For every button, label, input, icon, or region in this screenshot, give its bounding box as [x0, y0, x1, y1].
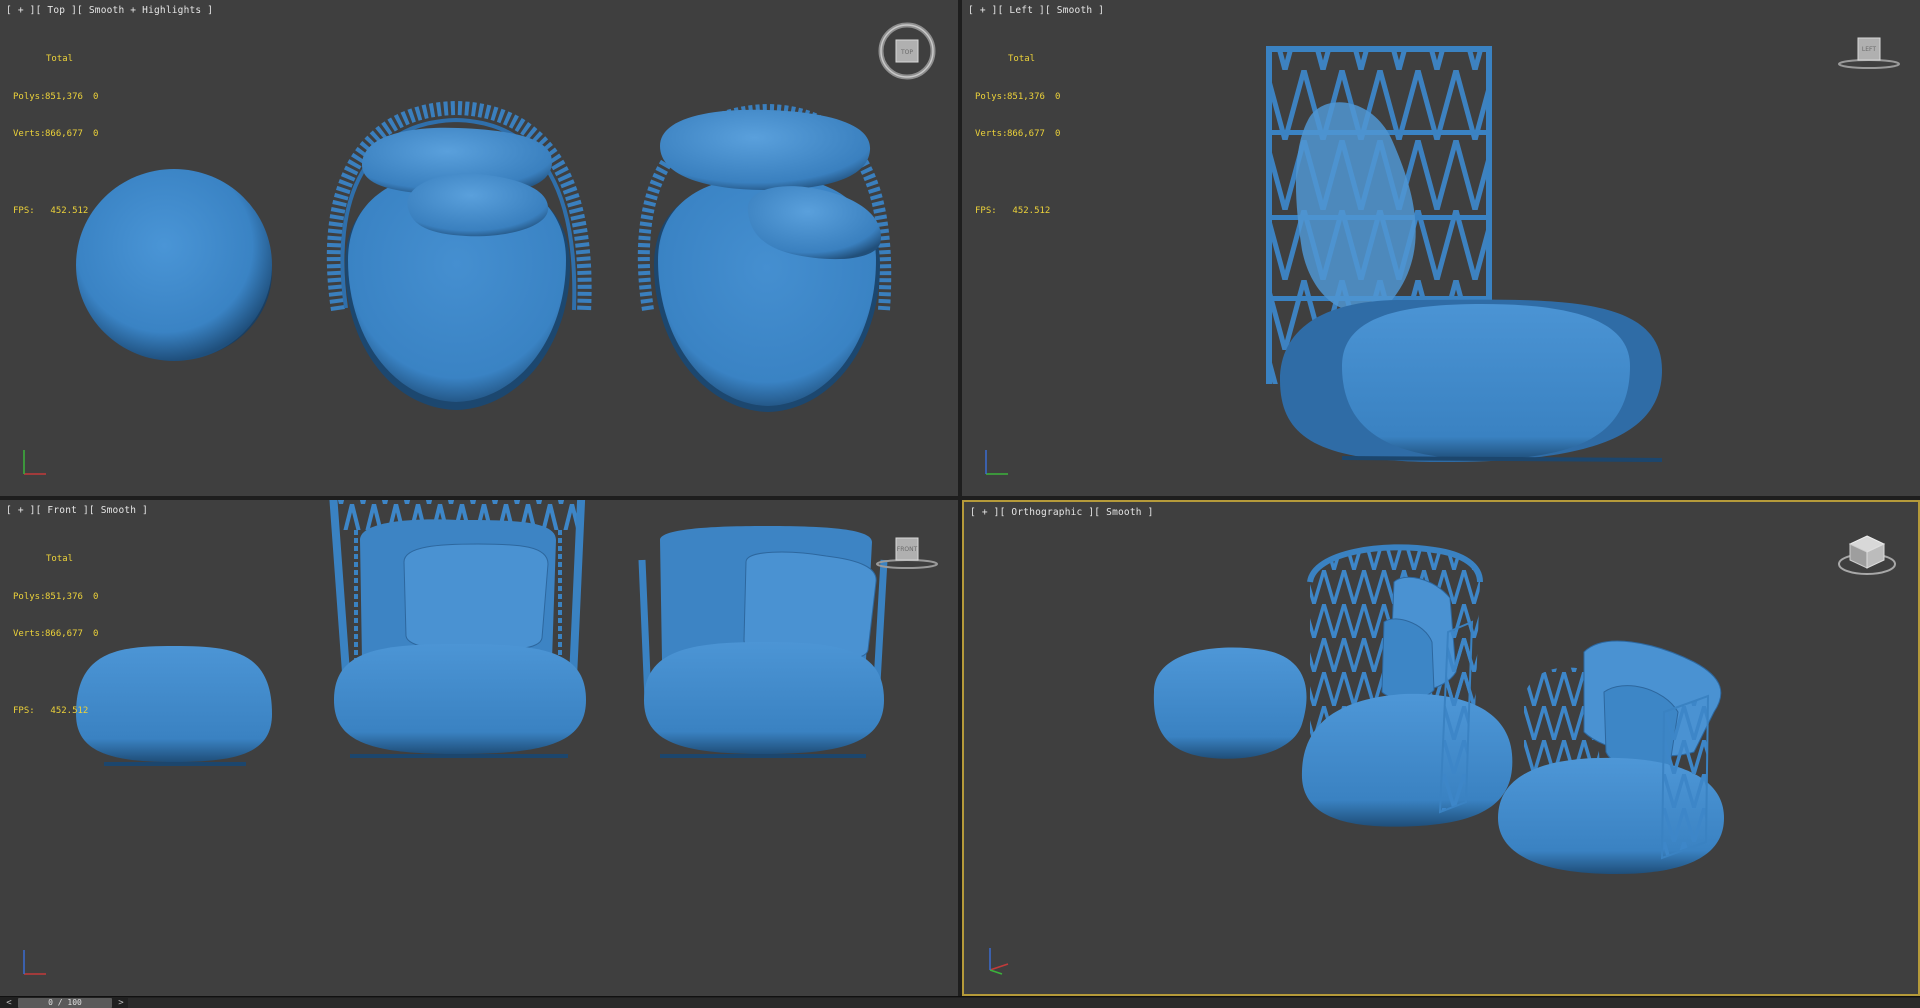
stats-verts-label: Verts:	[13, 629, 46, 639]
viewcube-left[interactable]: LEFT	[1834, 16, 1904, 86]
stats-verts-sel: 0	[93, 129, 99, 139]
timeline-next-button[interactable]: >	[116, 997, 126, 1008]
viewport-left[interactable]: [ + ][ Left ][ Smooth ] Total Polys:851,…	[962, 0, 1920, 496]
viewport-top[interactable]: [ + ][ Top ][ Smooth + Highlights ] Tota…	[0, 0, 958, 496]
stats-total-label: Total	[46, 554, 74, 564]
chair-2-front[interactable]	[638, 526, 888, 758]
chair-2-orthographic[interactable]	[1498, 640, 1724, 874]
stats-polys-sel: 0	[93, 91, 99, 102]
stats-total-label: Total	[1008, 54, 1036, 64]
scene-top	[76, 100, 892, 412]
stats-total-label: Total	[46, 54, 74, 64]
app-window: [ + ][ Top ][ Smooth + Highlights ] Tota…	[0, 0, 1920, 1008]
viewport-orthographic[interactable]: [ + ][ Orthographic ][ Smooth ]	[962, 500, 1920, 996]
viewcube-flat-icon: FRONT	[876, 537, 938, 569]
axis-tripod-icon	[989, 948, 1009, 975]
chair-2-top[interactable]	[637, 103, 892, 412]
viewcube-flat-icon: LEFT	[1838, 37, 1900, 69]
stats-fps-value: 452.512	[50, 205, 89, 216]
scene-left	[1266, 46, 1663, 462]
viewcube-ring-icon: TOP	[878, 22, 936, 80]
viewcube-top[interactable]: TOP	[872, 16, 942, 86]
scene-front	[76, 500, 888, 766]
stats-verts-sel: 0	[1055, 129, 1061, 139]
axis-tripod-icon	[23, 450, 46, 475]
stats-polys-label: Polys:	[13, 91, 46, 102]
stats-polys-value: 851,376	[45, 91, 83, 102]
viewcube-front[interactable]: FRONT	[872, 516, 942, 586]
stats-polys-label: Polys:	[975, 91, 1008, 102]
timeline-prev-button[interactable]: <	[4, 997, 14, 1008]
scene-orthographic	[1153, 544, 1724, 874]
stats-polys-sel: 0	[1055, 91, 1061, 102]
viewport-label-orthographic[interactable]: [ + ][ Orthographic ][ Smooth ]	[970, 507, 1154, 518]
viewport-front[interactable]: [ + ][ Front ][ Smooth ] Total Polys:851…	[0, 500, 958, 996]
viewcube-orthographic[interactable]	[1832, 518, 1902, 588]
chair-1-top[interactable]	[326, 100, 592, 410]
viewport-label-front[interactable]: [ + ][ Front ][ Smooth ]	[6, 505, 148, 516]
viewport-label-left[interactable]: [ + ][ Left ][ Smooth ]	[968, 5, 1104, 16]
viewcube-3d-icon	[1838, 535, 1896, 575]
pouf-orthographic[interactable]	[1153, 647, 1307, 759]
stats-polys-label: Polys:	[13, 591, 46, 602]
stats-verts-value: 866,677	[1007, 129, 1045, 139]
stats-fps-label: FPS:	[975, 205, 997, 216]
axis-tripod-icon	[23, 950, 46, 975]
viewport-label-top[interactable]: [ + ][ Top ][ Smooth + Highlights ]	[6, 5, 213, 16]
chair-1-orthographic[interactable]	[1301, 544, 1513, 827]
stats-polys-value: 851,376	[1007, 91, 1045, 102]
stats-overlay-left: Total Polys:851,376 0 Verts:866,677 0 FPS:…	[975, 28, 1060, 242]
viewcube-face-top: TOP	[900, 49, 913, 56]
stats-polys-sel: 0	[93, 591, 99, 602]
stats-polys-value: 851,376	[45, 591, 83, 602]
stats-fps-value: 452.512	[50, 705, 89, 716]
stats-fps-value: 452.512	[1012, 205, 1051, 216]
stats-verts-label: Verts:	[975, 129, 1008, 139]
stats-verts-label: Verts:	[13, 129, 46, 139]
viewcube-face-left: LEFT	[1862, 46, 1876, 53]
stats-verts-value: 866,677	[45, 629, 83, 639]
chair-1-front[interactable]	[329, 500, 586, 758]
stats-verts-sel: 0	[93, 629, 99, 639]
stats-overlay-front: Total Polys:851,376 0 Verts:866,677 0 FPS:…	[13, 528, 98, 742]
axis-tripod-icon	[985, 450, 1008, 475]
viewcube-face-front: FRONT	[897, 546, 918, 553]
timeline-bar: < 0 / 100 >	[0, 996, 1920, 1008]
stats-overlay-top: Total Polys:851,376 0 Verts:866,677 0 FPS:…	[13, 28, 98, 242]
stats-verts-value: 866,677	[45, 129, 83, 139]
timeline-slider[interactable]: 0 / 100	[18, 998, 112, 1008]
stats-fps-label: FPS:	[13, 205, 35, 216]
pouf-front[interactable]	[76, 646, 272, 766]
chair-side-left[interactable]	[1266, 46, 1663, 462]
timeline-track[interactable]	[128, 998, 1920, 1008]
stats-fps-label: FPS:	[13, 705, 35, 716]
pouf-top[interactable]	[76, 169, 272, 361]
